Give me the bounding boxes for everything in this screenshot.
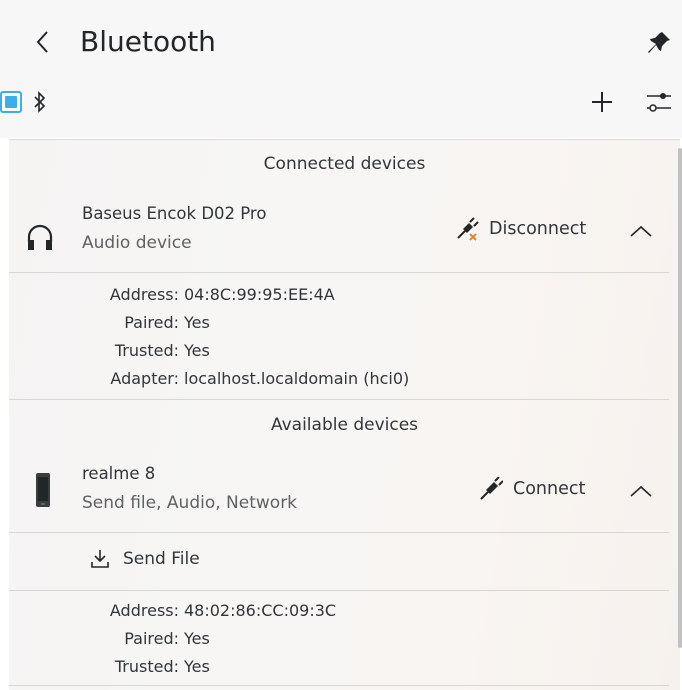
divider [9,532,669,533]
connected-device-type: Audio device [82,233,192,253]
send-file-icon [91,550,109,568]
page-title: Bluetooth [80,25,216,58]
headphones-icon [27,224,53,250]
available-trusted-row: Trusted: Yes [9,657,210,681]
disconnect-label: Disconnect [489,219,587,239]
header: Bluetooth [0,0,682,138]
trusted-value: Yes [184,341,210,360]
address-label: Address: [109,285,179,304]
plus-icon [592,92,612,112]
adapter-value: localhost.localdomain (hci0) [184,369,410,388]
connected-adapter-row: Adapter: localhost.localdomain (hci0) [9,369,409,393]
trusted-label: Trusted: [114,657,179,676]
paired-value: Yes [184,313,210,332]
divider [9,399,669,400]
available-device-type: Send file, Audio, Network [82,493,298,513]
disconnect-icon [457,217,479,241]
disconnect-button[interactable]: Disconnect [455,217,586,241]
phone-icon [36,473,50,507]
trusted-label: Trusted: [114,341,179,360]
connect-label: Connect [513,479,586,499]
available-paired-row: Paired: Yes [9,629,210,653]
device-list: Connected devices Baseus Encok D02 Pro A… [9,139,680,690]
settings-sliders-icon [647,93,671,112]
chevron-left-icon [36,31,48,53]
send-file-button[interactable]: Send File [89,548,200,570]
address-label: Address: [109,601,179,620]
divider [9,685,669,686]
collapse-chevron-icon[interactable] [626,479,656,503]
divider [9,590,669,591]
connected-address-row: Address: 04:8C:99:95:EE:4A [9,285,335,309]
trusted-value: Yes [184,657,210,676]
bluetooth-toggle-group [0,90,48,114]
collapse-chevron-icon[interactable] [626,219,656,243]
connect-button[interactable]: Connect [479,477,585,501]
bluetooth-icon [34,91,46,113]
checkbox-check-indicator [5,96,17,108]
paired-value: Yes [184,629,210,648]
available-device-name: realme 8 [82,464,156,483]
available-devices-header: Available devices [270,415,419,435]
paired-label: Paired: [124,313,179,332]
connected-devices-header: Connected devices [263,154,426,174]
divider [9,272,669,273]
available-address-row: Address: 48:02:86:CC:09:3C [9,601,336,625]
connect-icon [480,477,503,500]
pin-button[interactable] [644,28,674,58]
address-value: 48:02:86:CC:09:3C [184,601,337,620]
connected-trusted-row: Trusted: Yes [9,341,210,365]
configure-button[interactable] [645,86,673,118]
bluetooth-enable-checkbox[interactable] [0,91,22,113]
connected-paired-row: Paired: Yes [9,313,210,337]
adapter-label: Adapter: [110,369,179,388]
connected-device-name: Baseus Encok D02 Pro [82,204,267,223]
scrollbar[interactable] [678,148,682,648]
paired-label: Paired: [124,629,179,648]
back-button[interactable] [30,26,54,58]
pin-icon [648,32,670,53]
send-file-label: Send File [123,549,200,569]
address-value: 04:8C:99:95:EE:4A [184,285,335,304]
add-device-button[interactable] [588,88,616,116]
